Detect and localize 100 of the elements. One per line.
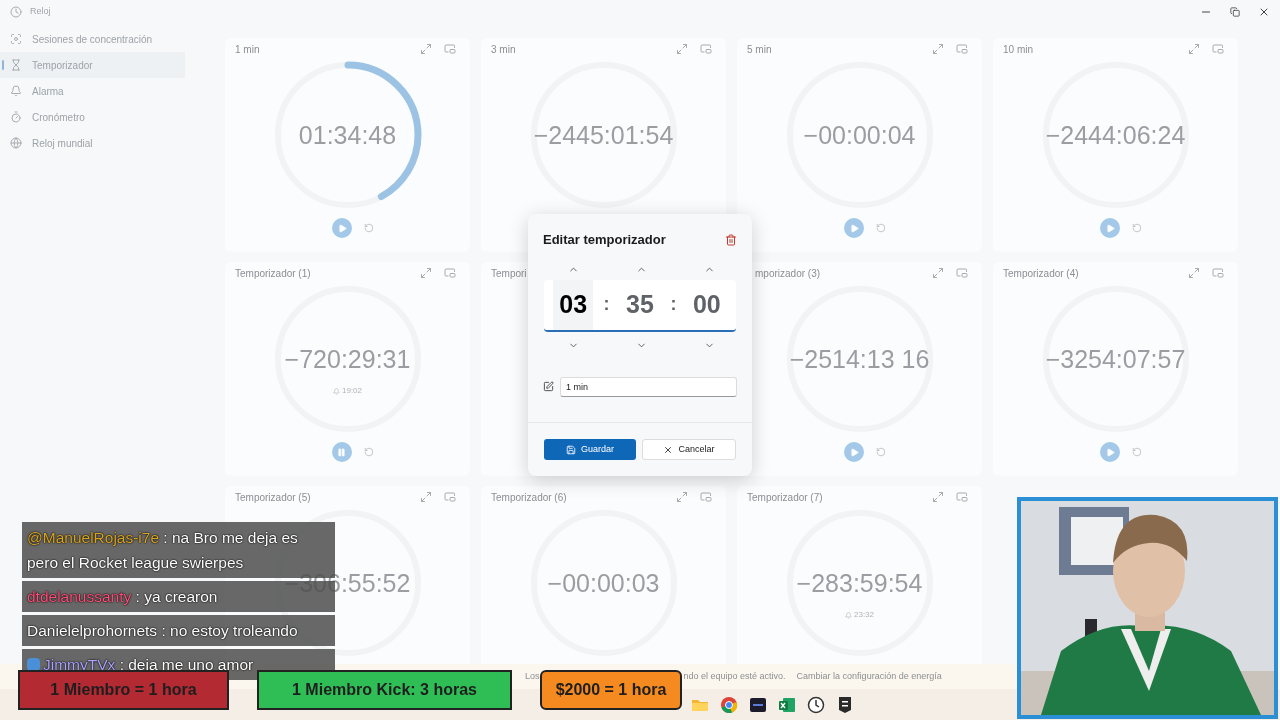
alarm-time: 23:32 xyxy=(854,609,874,621)
pin-icon[interactable] xyxy=(956,43,968,55)
expand-icon[interactable] xyxy=(1188,267,1200,279)
timer-time: −00:00:03 xyxy=(547,570,660,596)
promo-banner: 1 Miembro Kick: 3 horas xyxy=(257,670,512,710)
alarm-time: 19:02 xyxy=(342,385,362,397)
pin-icon[interactable] xyxy=(444,491,456,503)
timer-title: 3 min xyxy=(491,42,516,57)
play-button[interactable] xyxy=(1099,442,1120,462)
close-icon xyxy=(663,444,674,455)
play-button[interactable] xyxy=(331,218,352,238)
timer-time: −3254:07:57 xyxy=(1045,346,1186,372)
app-icon xyxy=(10,6,22,18)
bell-icon xyxy=(10,85,22,97)
name-field[interactable]: 1 min xyxy=(560,376,737,397)
pin-icon[interactable] xyxy=(700,491,712,503)
save-button[interactable]: Guardar xyxy=(544,439,636,460)
bell-icon xyxy=(845,611,852,619)
expand-icon[interactable] xyxy=(420,267,432,279)
timer-time: −00:00:04 xyxy=(803,122,916,148)
timer-time: −2444:06:24 xyxy=(1045,122,1186,148)
delete-icon[interactable] xyxy=(725,233,737,246)
game-store-icon[interactable] xyxy=(836,695,854,714)
close-icon[interactable] xyxy=(1258,6,1270,18)
chat-message: Danielelprohornets : no estoy troleando xyxy=(27,621,298,641)
reset-icon[interactable] xyxy=(363,447,374,457)
timer-time: −306:55:52 xyxy=(284,570,411,596)
expand-icon[interactable] xyxy=(676,491,688,503)
pin-icon[interactable] xyxy=(956,491,968,503)
play-button[interactable] xyxy=(843,218,864,238)
timer-title: 5 min xyxy=(747,42,772,57)
app-icon[interactable] xyxy=(749,695,767,714)
time-separator: : xyxy=(670,293,677,316)
time-digit[interactable]: 03 xyxy=(553,279,594,330)
timer-title: mporizador (3) xyxy=(755,266,821,281)
dialog-title: Editar temporizador xyxy=(543,231,666,249)
expand-icon[interactable] xyxy=(1188,43,1200,55)
timer-time: −283:59:54 xyxy=(796,570,923,596)
reset-icon[interactable] xyxy=(363,223,374,233)
pin-icon[interactable] xyxy=(444,267,456,279)
pause-button[interactable] xyxy=(331,442,352,462)
pin-icon[interactable] xyxy=(700,43,712,55)
pin-icon[interactable] xyxy=(444,43,456,55)
play-button[interactable] xyxy=(1099,218,1120,238)
browser-icon[interactable] xyxy=(720,695,738,714)
time-digit[interactable]: 00 xyxy=(686,279,727,330)
play-icon xyxy=(1105,223,1115,233)
time-digit[interactable]: 35 xyxy=(620,279,660,330)
reset-icon[interactable] xyxy=(875,447,886,457)
pause-icon xyxy=(337,447,346,457)
save-icon xyxy=(566,444,576,455)
expand-icon[interactable] xyxy=(932,491,944,503)
cancel-button[interactable]: Cancelar xyxy=(642,439,736,460)
timer-title: Temporizador (5) xyxy=(235,490,311,505)
timer-title: 10 min xyxy=(1003,42,1033,57)
globe-icon xyxy=(10,137,22,149)
play-icon xyxy=(337,223,347,233)
timer-time: 01:34:48 xyxy=(298,122,397,148)
promo-banner: 1 Miembro = 1 hora xyxy=(18,670,229,710)
timer-title: Temporizador (1) xyxy=(235,266,311,281)
play-button[interactable] xyxy=(843,442,864,462)
expand-icon[interactable] xyxy=(932,267,944,279)
timer-title: 1 min xyxy=(235,42,260,57)
window-title: Reloj xyxy=(30,5,51,19)
notification-text: ndo el equipo esté activo. xyxy=(683,669,786,683)
play-icon xyxy=(1105,447,1115,457)
timer-time: −720:29:31 xyxy=(284,346,411,372)
expand-icon[interactable] xyxy=(676,43,688,55)
expand-icon[interactable] xyxy=(932,43,944,55)
timer-title: Tempori xyxy=(491,266,527,281)
play-icon xyxy=(849,223,859,233)
play-icon xyxy=(849,447,859,457)
power-settings-link[interactable]: Cambiar la configuración de energía xyxy=(796,669,942,684)
focus-icon xyxy=(10,33,22,45)
pin-icon[interactable] xyxy=(956,267,968,279)
clock-icon[interactable] xyxy=(807,695,825,714)
pin-icon[interactable] xyxy=(1212,43,1224,55)
timer-time: −2445:01:54 xyxy=(533,122,674,148)
reset-icon[interactable] xyxy=(875,223,886,233)
edit-icon xyxy=(543,381,554,392)
hourglass-icon xyxy=(10,59,22,71)
timer-title: Temporizador (7) xyxy=(747,490,823,505)
reset-icon[interactable] xyxy=(1131,223,1142,233)
timer-title: Temporizador (6) xyxy=(491,490,567,505)
promo-banner: $2000 = 1 hora xyxy=(540,670,682,710)
expand-icon[interactable] xyxy=(420,43,432,55)
spreadsheet-icon[interactable] xyxy=(778,695,796,714)
chat-message: @ManuelRojas-i7e : na Bro me deja es pero el Rocket league swierpes xyxy=(27,528,299,573)
expand-icon[interactable] xyxy=(420,491,432,503)
stopwatch-icon xyxy=(10,111,22,123)
notification-text: Los xyxy=(525,669,540,683)
time-separator: : xyxy=(603,293,610,316)
restore-icon[interactable] xyxy=(1230,7,1240,17)
reset-icon[interactable] xyxy=(1131,447,1142,457)
timer-time: −2514:13 16 xyxy=(789,346,930,372)
time-picker[interactable]: 03 : 35 : 00 xyxy=(544,279,736,332)
chat-message: dtdelanussanty : ya crearon xyxy=(27,587,218,607)
timer-title: Temporizador (4) xyxy=(1003,266,1079,281)
pin-icon[interactable] xyxy=(1212,267,1224,279)
bell-icon xyxy=(333,387,340,395)
